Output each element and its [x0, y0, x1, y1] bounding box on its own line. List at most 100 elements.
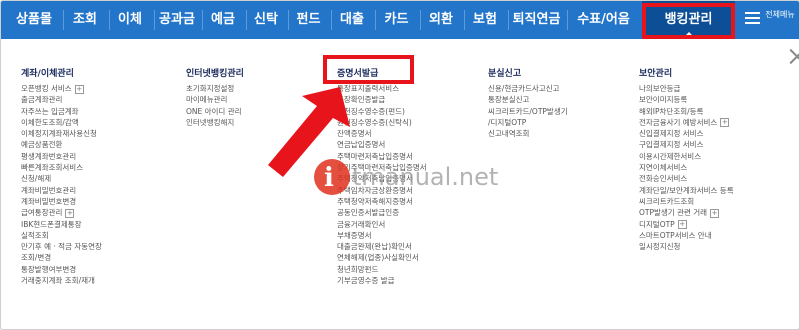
menu-item[interactable]: 디지털OTP +	[639, 219, 734, 230]
menu-item-label: 해외IP차단조회/등록	[639, 106, 704, 116]
menu-item[interactable]: 기부금영수증 발급	[337, 275, 427, 286]
close-icon[interactable]	[788, 47, 799, 65]
nav-item-2[interactable]: 이체	[109, 1, 151, 39]
menu-item[interactable]: 일시정지신청	[639, 241, 734, 252]
highlight-box-certificate	[323, 55, 414, 84]
menu-item[interactable]: 거래중지계좌 조회/재개	[21, 275, 102, 286]
menu-item-label: 인터넷뱅킹해지	[186, 117, 235, 127]
menu-item[interactable]: 신청/해제	[21, 173, 102, 184]
nav-item-9[interactable]: 외환	[420, 1, 462, 39]
menu-item[interactable]: 공동인증서발급인증	[337, 207, 427, 218]
menu-item[interactable]: 계좌단일/보안계좌서비스 등록	[639, 185, 734, 196]
menu-item-label: 전자금융사기 예방서비스	[639, 117, 718, 127]
menu-item[interactable]: OTP발생기 관련 거래 +	[639, 207, 734, 218]
menu-item[interactable]: 마이메뉴관리	[186, 94, 244, 105]
menu-item[interactable]: 신용/현금카드사고신고	[488, 83, 568, 94]
menu-item[interactable]: 구입결제지정 서비스	[639, 139, 734, 150]
menu-item[interactable]: 이체한도조회/감액	[21, 117, 102, 128]
menu-item-label: 신용/현금카드사고신고	[488, 84, 560, 93]
menu-list: 초기화지정설정 마이메뉴관리 ONE 아이디 관리 인터넷뱅킹해지	[186, 83, 244, 128]
nav-item-10[interactable]: 보험	[464, 1, 506, 39]
menu-item[interactable]: 해외IP차단조회/등록	[639, 106, 734, 117]
nav-item-5[interactable]: 신탁	[246, 1, 286, 39]
menu-item[interactable]: 부채증명서	[337, 230, 427, 241]
expand-plus-icon[interactable]: +	[720, 118, 730, 128]
nav-item-12[interactable]: 수표/어음	[567, 1, 640, 39]
menu-list: 신용/현금카드사고신고통장분실신고 씨크리트카드/OTP발생기/디지털OTP 신고내…	[488, 83, 568, 139]
menu-column-title[interactable]: 계좌/이체관리	[21, 67, 102, 81]
nav-separator	[420, 10, 421, 30]
menu-item[interactable]: 통장분실신고	[488, 94, 568, 105]
menu-item[interactable]: 실적조회	[21, 230, 102, 241]
expand-plus-icon[interactable]: +	[677, 220, 687, 230]
menu-item[interactable]: 인터넷뱅킹해지	[186, 117, 244, 128]
menu-item[interactable]: 평생계좌번호관리	[21, 151, 102, 162]
menu-item-label: 이용시간제한서비스	[639, 151, 702, 161]
expand-plus-icon[interactable]: +	[74, 84, 84, 94]
menu-item[interactable]: /디지털OTP	[488, 117, 568, 128]
menu-item[interactable]: 대출금완제(완납)확인서	[337, 241, 427, 252]
menu-item[interactable]: 빠른계좌조회서비스	[21, 162, 102, 173]
all-menu-button[interactable]: 전체메뉴	[739, 1, 799, 39]
menu-column-title[interactable]: 분실신고	[488, 67, 568, 81]
menu-item-label: 대출금완제(완납)확인서	[337, 242, 412, 252]
menu-item[interactable]: 전자금융사기 예방서비스 +	[639, 117, 734, 128]
menu-item-label: IBK현드폰결제통장	[21, 219, 82, 229]
menu-item[interactable]: 씨크리트카드조회	[639, 196, 734, 207]
menu-column-1: 인터넷뱅킹관리초기화지정설정 마이메뉴관리 ONE 아이디 관리 인터넷뱅킹해지	[186, 67, 244, 128]
menu-item[interactable]: 씨크리트카드/OTP발생기	[488, 106, 568, 117]
nav-item-7[interactable]: 대출	[331, 1, 373, 39]
nav-separator	[154, 10, 155, 30]
menu-item[interactable]: 신입결제지정 서비스	[639, 128, 734, 139]
nav-separator	[202, 10, 203, 30]
nav-item-3[interactable]: 공과금	[154, 1, 200, 39]
menu-item-label: 신청/해제	[21, 174, 52, 184]
menu-item-label: 초기화지정설정	[186, 84, 235, 93]
nav-item-1[interactable]: 조회	[63, 1, 107, 39]
menu-item[interactable]: 계좌비밀번호변경	[21, 196, 102, 207]
menu-item[interactable]: 보안이미지등록	[639, 94, 734, 105]
menu-item[interactable]: 급여통장관리 +	[21, 207, 102, 218]
menu-item[interactable]: 이체정지계좌재사용신청	[21, 128, 102, 139]
menu-item-label: 공동인증서발급인증	[337, 208, 400, 218]
expand-plus-icon[interactable]: +	[65, 208, 75, 218]
expand-plus-icon[interactable]: +	[710, 208, 720, 218]
menu-item[interactable]: 연체해제(업종)사실확인서	[337, 252, 427, 263]
menu-column-title[interactable]: 인터넷뱅킹관리	[186, 67, 244, 81]
nav-item-6[interactable]: 펀드	[288, 1, 329, 39]
menu-item-label: 부채증명서	[337, 230, 372, 240]
menu-item[interactable]: 스마트OTP서비스 안내	[639, 230, 734, 241]
menu-item[interactable]: IBK현드폰결제통장	[21, 219, 102, 230]
menu-item[interactable]: 이용시간제한서비스	[639, 151, 734, 162]
menu-item[interactable]: 초기화지정설정	[186, 83, 244, 94]
menu-item-label: 자주쓰는 입금계좌	[21, 106, 79, 116]
screenshot-frame: 상품몰 조회 이체 공과금 예금 신탁 펀드 대출 카드 외환 보험 퇴직연금 수표/어음 뱅킹관리 전체…	[0, 0, 800, 330]
menu-list: 나의보안등급 보안이미지등록 해외IP차단조회/등록 전자금융사기 예방서비스 + 신입결…	[639, 83, 734, 252]
menu-item[interactable]: 지연이체서비스	[639, 162, 734, 173]
menu-item[interactable]: 예금상품전환	[21, 139, 102, 150]
menu-item[interactable]: 신고내역조회	[488, 128, 568, 139]
nav-item-11[interactable]: 퇴직연금	[508, 1, 565, 39]
menu-item[interactable]: 나의보안등급	[639, 83, 734, 94]
menu-item[interactable]: 통장발행여부변경	[21, 264, 102, 275]
nav-item-8[interactable]: 카드	[375, 1, 418, 39]
menu-item-label: 만기후 예 · 적금 자동연장	[21, 242, 102, 252]
menu-item[interactable]: 조회/변경	[21, 252, 102, 263]
nav-item-4[interactable]: 예금	[202, 1, 244, 39]
menu-item[interactable]: 금융거래확인서	[337, 219, 427, 230]
menu-item-label: 전화승인서비스	[639, 174, 688, 184]
menu-item[interactable]: 만기후 예 · 적금 자동연장	[21, 241, 102, 252]
menu-item[interactable]: 청년희망펀드	[337, 264, 427, 275]
menu-item[interactable]: 출금계좌관리	[21, 94, 102, 105]
menu-item[interactable]: 전화승인서비스	[639, 173, 734, 184]
menu-item[interactable]: 자주쓰는 입금계좌	[21, 106, 102, 117]
menu-item-label: 보안이미지등록	[639, 95, 688, 105]
nav-item-0[interactable]: 상품몰	[7, 1, 61, 39]
menu-item[interactable]: 오픈뱅킹 서비스 +	[21, 83, 102, 94]
menu-item[interactable]: 계좌비밀번호관리	[21, 185, 102, 196]
menu-column-title[interactable]: 보안관리	[639, 67, 734, 81]
menu-item[interactable]: ONE 아이디 관리	[186, 106, 244, 117]
menu-item-label: 지연이체서비스	[639, 163, 688, 173]
menu-item-label: 이체정지계좌재사용신청	[21, 129, 97, 139]
menu-item-label: 통장분실신고	[488, 95, 530, 105]
